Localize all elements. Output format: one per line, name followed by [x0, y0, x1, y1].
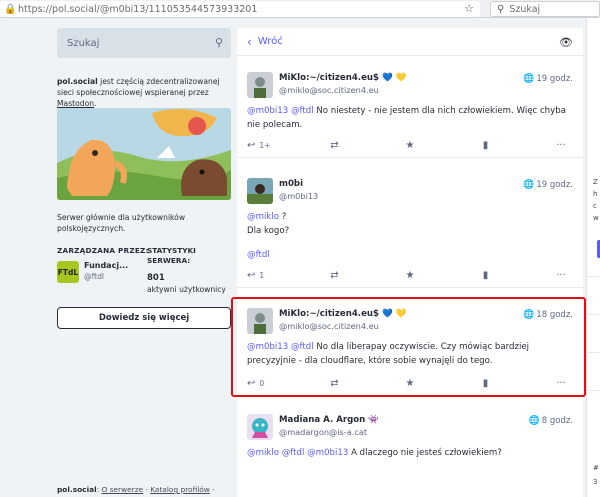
star-icon: ★	[405, 270, 415, 281]
boost-icon: ⇄	[330, 140, 339, 151]
mention-link[interactable]: @miklo @ftdl @m0bi13	[247, 448, 348, 458]
about-server-link[interactable]: O serwerze	[101, 485, 143, 494]
mention-link[interactable]: @miklo	[247, 212, 279, 222]
status-post[interactable]: m0bi @m0bi13 🌐 19 godz. @miklo ? Dla kogo…	[237, 168, 583, 288]
eye-icon[interactable]: 👁	[559, 36, 573, 49]
browser-search-input[interactable]: ⚲ Szukaj	[490, 1, 600, 17]
profile-directory-link[interactable]: Katalog profilów	[150, 485, 210, 494]
ellipsis-icon: ···	[556, 270, 566, 281]
globe-icon: 🌐	[528, 416, 540, 426]
status-content: @m0bi13 @ftdl No niestety - nie jestem d…	[247, 106, 566, 130]
chevron-left-icon: ‹	[247, 34, 252, 49]
reply-button[interactable]: ↩ 1	[247, 270, 271, 281]
server-description: Serwer głównie dla użytkowników polskoję…	[57, 213, 186, 233]
mention-link[interactable]: @m0bi13 @ftdl	[247, 106, 314, 116]
heart-emoji: 💙 💛	[382, 73, 407, 83]
reply-button[interactable]: ↩ 1+	[247, 140, 271, 151]
url-bar[interactable]: 🔒 https://pol.social/@m0bi13/11105354457…	[0, 1, 480, 17]
status-timestamp[interactable]: 🌐 19 godz.	[523, 74, 573, 84]
admin-handle: @ftdl	[84, 272, 105, 281]
search-input[interactable]: Szukaj ⚲	[57, 28, 231, 58]
right-panel-partial: Z h c w # 3	[586, 18, 600, 497]
admin-name: Fundacj...	[84, 261, 129, 270]
favourite-button[interactable]: ★	[398, 140, 422, 151]
lock-icon: 🔒	[4, 3, 17, 15]
alien-emoji: 👾	[368, 415, 379, 425]
server-about: pol.social jest częścią zdecentralizowan…	[57, 77, 220, 108]
server-hero-image	[57, 108, 231, 200]
boost-button[interactable]: ⇄	[323, 270, 347, 281]
bookmark-icon: ▮	[482, 270, 489, 281]
bookmark-star-icon[interactable]: ☆	[464, 2, 474, 15]
status-post[interactable]: MiKlo:~/citizen4.eu$ 💙 💛 @miklo@soc.citi…	[237, 62, 583, 158]
account-handle: @madargon@is-a.cat	[279, 427, 368, 437]
display-name[interactable]: m0bi	[279, 179, 303, 189]
star-icon: ★	[405, 140, 415, 151]
server-stats-label: STATYSTYKI SERWERA:	[147, 246, 196, 265]
search-icon: ⚲	[497, 3, 505, 15]
status-actions: ↩ 1 ⇄ ★ ▮ ···	[247, 270, 573, 281]
status-content: @miklo @ftdl @m0bi13 A dlaczego nie jest…	[247, 448, 502, 458]
admin-account[interactable]: FTdL Fundacj... @ftdl	[57, 261, 128, 283]
learn-more-button[interactable]: Dowiedz się więcej	[57, 307, 231, 329]
search-icon[interactable]: ⚲	[215, 36, 223, 49]
bookmark-icon: ▮	[482, 140, 489, 151]
more-button[interactable]: ···	[549, 270, 573, 281]
avatar: FTdL	[57, 261, 79, 283]
highlight-frame	[231, 297, 586, 397]
reply-icon: ↩	[247, 140, 256, 151]
status-timestamp[interactable]: 🌐 8 godz.	[529, 416, 573, 426]
bookmark-button[interactable]: ▮	[474, 140, 498, 151]
ellipsis-icon: ···	[556, 140, 566, 151]
reply-icon: ↩	[247, 270, 256, 281]
avatar[interactable]	[247, 414, 273, 440]
boost-button[interactable]: ⇄	[323, 140, 347, 151]
administered-by-label: ZARZĄDZANA PRZEZ:	[57, 246, 149, 255]
active-users-count: 801	[147, 273, 165, 283]
status-actions: ↩ 1+ ⇄ ★ ▮ ···	[247, 140, 573, 151]
favourite-button[interactable]: ★	[398, 270, 422, 281]
browser-toolbar: 🔒 https://pol.social/@m0bi13/11105354457…	[0, 0, 600, 18]
sidebar-footer: pol.social: O serwerze · Katalog profiló…	[57, 485, 215, 494]
account-handle: @miklo@soc.citizen4.eu	[279, 85, 379, 95]
more-button[interactable]: ···	[549, 140, 573, 151]
status-content: @miklo ? Dla kogo? @ftdl	[247, 210, 577, 262]
avatar[interactable]	[247, 178, 273, 204]
boost-icon: ⇄	[330, 270, 339, 281]
url-text: https://pol.social/@m0bi13/1110535445739…	[18, 3, 258, 15]
status-post[interactable]: Madiana A. Argon 👾 @madargon@is-a.cat 🌐 8…	[237, 404, 583, 497]
thread-column: ‹ Wróć 👁 MiKlo:~/citizen4.eu$ 💙 💛 @miklo…	[237, 28, 583, 497]
status-timestamp[interactable]: 🌐 19 godz.	[523, 180, 573, 190]
mention-link[interactable]: @ftdl	[247, 248, 577, 262]
column-header: ‹ Wróć 👁	[237, 28, 583, 56]
back-button[interactable]: ‹ Wróć	[247, 35, 283, 49]
bookmark-button[interactable]: ▮	[474, 270, 498, 281]
globe-icon: 🌐	[523, 74, 535, 84]
avatar-image	[247, 72, 273, 98]
active-users-label: aktywni użytkownicy	[147, 285, 226, 294]
globe-icon: 🌐	[523, 180, 535, 190]
mastodon-illustration	[57, 108, 231, 200]
display-name[interactable]: MiKlo:~/citizen4.eu$ 💙 💛	[279, 73, 406, 83]
mastodon-link[interactable]: Mastodon	[57, 99, 94, 108]
avatar-image	[247, 414, 273, 440]
avatar[interactable]	[247, 72, 273, 98]
account-handle: @m0bi13	[279, 191, 319, 201]
avatar-image	[247, 178, 273, 204]
display-name[interactable]: Madiana A. Argon 👾	[279, 415, 379, 425]
